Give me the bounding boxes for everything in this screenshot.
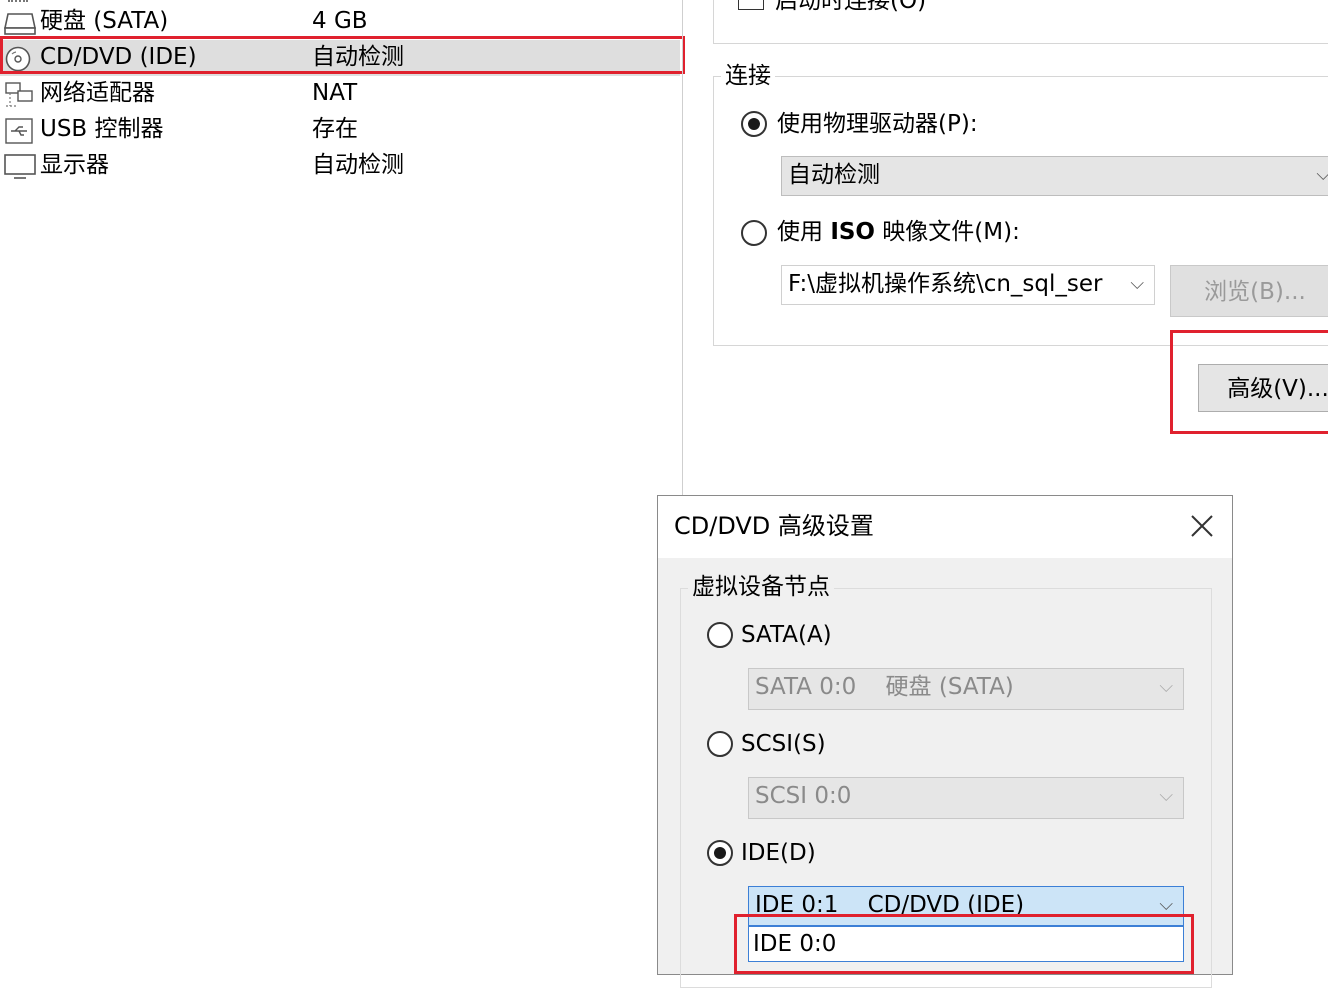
monitor-icon	[4, 154, 36, 179]
device-name: USB 控制器	[40, 116, 164, 142]
physical-drive-radio[interactable]	[741, 111, 767, 137]
dialog-title: CD/DVD 高级设置	[674, 512, 874, 540]
ide-option-highlight-box	[734, 914, 1194, 974]
virtual-device-node-label: 虚拟设备节点	[688, 572, 834, 602]
advanced-highlight-box	[1170, 330, 1328, 434]
sata-label: SATA(A)	[741, 622, 832, 648]
device-value: 自动检测	[312, 152, 404, 178]
device-list: 硬盘 (SATA) 4 GB CD/DVD (IDE) 自动检测 网络适配器 N…	[0, 0, 685, 200]
scsi-node-value: SCSI 0:0	[755, 783, 852, 809]
chevron-down-icon: ⌵	[1159, 676, 1173, 697]
chevron-down-icon: ⌵	[1126, 266, 1144, 302]
sata-node-select[interactable]: SATA 0:0 硬盘 (SATA) ⌵	[748, 668, 1184, 710]
connect-on-start-checkbox[interactable]	[738, 0, 764, 10]
chevron-down-icon: ⌵	[1159, 785, 1173, 806]
scsi-node-select[interactable]: SCSI 0:0 ⌵	[748, 777, 1184, 819]
sata-node-value: SATA 0:0 硬盘 (SATA)	[755, 674, 1014, 700]
network-adapter-icon	[5, 82, 33, 107]
physical-drive-select[interactable]: 自动检测 ⌵	[781, 156, 1328, 196]
device-row-network[interactable]: 网络适配器 NAT	[0, 76, 680, 112]
iso-image-radio[interactable]	[741, 220, 767, 246]
device-value: NAT	[312, 80, 358, 106]
iso-label-prefix: 使用	[777, 219, 831, 245]
browse-button[interactable]: 浏览(B)...	[1170, 265, 1328, 317]
iso-path-value: F:\虚拟机操作系统\cn_sql_ser	[788, 271, 1103, 297]
ide-label: IDE(D)	[741, 840, 816, 866]
ide-radio[interactable]	[707, 840, 733, 866]
device-name: 网络适配器	[40, 80, 155, 106]
hard-disk-icon	[4, 13, 36, 35]
iso-label-bold: ISO	[830, 219, 875, 245]
iso-label-suffix: 映像文件(M):	[875, 219, 1020, 245]
sata-radio[interactable]	[707, 622, 733, 648]
scsi-radio[interactable]	[707, 731, 733, 757]
connect-on-start-label: 启动时连接(O)	[775, 0, 927, 14]
chevron-down-icon: ⌵	[1316, 157, 1328, 193]
device-settings-panel: 启动时连接(O) 连接 使用物理驱动器(P): 自动检测 ⌵ 使用 ISO 映像…	[683, 0, 1328, 495]
cd-dvd-highlight-box	[0, 36, 685, 74]
connection-group-label: 连接	[721, 61, 775, 91]
device-value: 4 GB	[312, 8, 368, 34]
close-icon[interactable]	[1182, 506, 1222, 546]
device-name: 硬盘 (SATA)	[40, 8, 169, 34]
device-name: 显示器	[40, 152, 109, 178]
cd-dvd-advanced-dialog: CD/DVD 高级设置 虚拟设备节点 SATA(A) SATA 0:0 硬盘 (…	[657, 495, 1233, 988]
physical-drive-label: 使用物理驱动器(P):	[777, 111, 978, 137]
physical-drive-value: 自动检测	[788, 162, 880, 188]
device-row-hard-disk[interactable]: 硬盘 (SATA) 4 GB	[0, 4, 680, 40]
dialog-title-bar: CD/DVD 高级设置	[658, 496, 1232, 558]
iso-image-label: 使用 ISO 映像文件(M):	[777, 217, 1020, 247]
device-row-usb[interactable]: USB 控制器 存在	[0, 112, 680, 148]
iso-path-combo[interactable]: F:\虚拟机操作系统\cn_sql_ser ⌵	[781, 265, 1155, 305]
scsi-label: SCSI(S)	[741, 731, 826, 757]
device-value: 存在	[312, 116, 358, 142]
device-row-monitor[interactable]: 显示器 自动检测	[0, 148, 680, 184]
usb-icon	[5, 118, 33, 144]
